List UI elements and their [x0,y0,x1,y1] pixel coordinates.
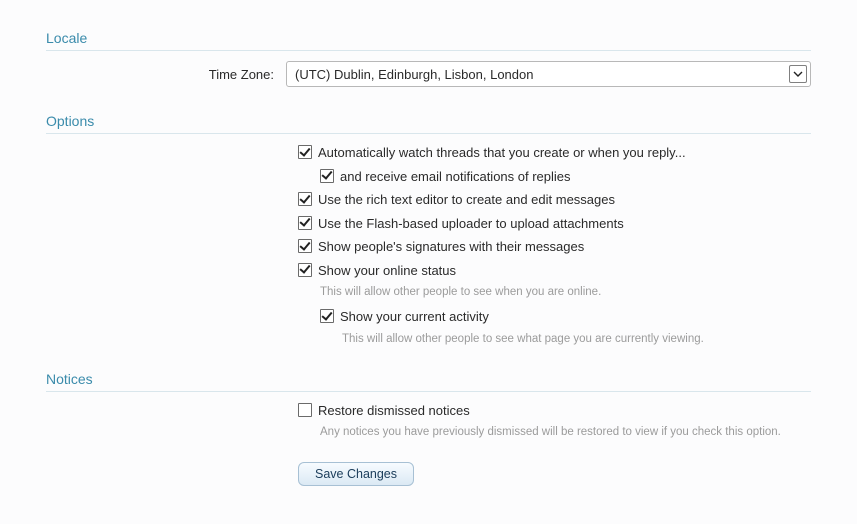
auto-watch-row[interactable]: Automatically watch threads that you cre… [298,144,811,162]
timezone-value: (UTC) Dublin, Edinburgh, Lisbon, London [295,67,533,82]
rich-text-label: Use the rich text editor to create and e… [318,191,615,209]
restore-notices-checkbox[interactable] [298,403,312,417]
flash-uploader-row[interactable]: Use the Flash-based uploader to upload a… [298,215,811,233]
flash-uploader-label: Use the Flash-based uploader to upload a… [318,215,624,233]
current-activity-row[interactable]: Show your current activity [320,308,811,326]
save-changes-button[interactable]: Save Changes [298,462,414,486]
email-replies-label: and receive email notifications of repli… [340,168,571,186]
section-options-title: Options [46,111,811,134]
auto-watch-checkbox[interactable] [298,145,312,159]
signatures-checkbox[interactable] [298,239,312,253]
email-replies-row[interactable]: and receive email notifications of repli… [320,168,811,186]
timezone-row: Time Zone: (UTC) Dublin, Edinburgh, Lisb… [46,61,811,87]
current-activity-label: Show your current activity [340,308,489,326]
chevron-down-icon [789,65,807,83]
options-block: Automatically watch threads that you cre… [298,144,811,347]
rich-text-row[interactable]: Use the rich text editor to create and e… [298,191,811,209]
rich-text-checkbox[interactable] [298,192,312,206]
section-locale-title: Locale [46,28,811,51]
email-replies-checkbox[interactable] [320,169,334,183]
signatures-row[interactable]: Show people's signatures with their mess… [298,238,811,256]
current-activity-hint: This will allow other people to see what… [342,332,811,347]
signatures-label: Show people's signatures with their mess… [318,238,584,256]
section-notices-title: Notices [46,369,811,392]
notices-block: Restore dismissed notices Any notices yo… [298,402,811,440]
online-status-row[interactable]: Show your online status [298,262,811,280]
online-status-hint: This will allow other people to see when… [320,285,811,300]
current-activity-checkbox[interactable] [320,309,334,323]
restore-notices-row[interactable]: Restore dismissed notices [298,402,811,420]
flash-uploader-checkbox[interactable] [298,216,312,230]
online-status-checkbox[interactable] [298,263,312,277]
restore-notices-hint: Any notices you have previously dismisse… [320,425,811,440]
timezone-label: Time Zone: [46,67,286,82]
timezone-select[interactable]: (UTC) Dublin, Edinburgh, Lisbon, London [286,61,811,87]
online-status-label: Show your online status [318,262,456,280]
restore-notices-label: Restore dismissed notices [318,402,470,420]
auto-watch-label: Automatically watch threads that you cre… [318,144,686,162]
